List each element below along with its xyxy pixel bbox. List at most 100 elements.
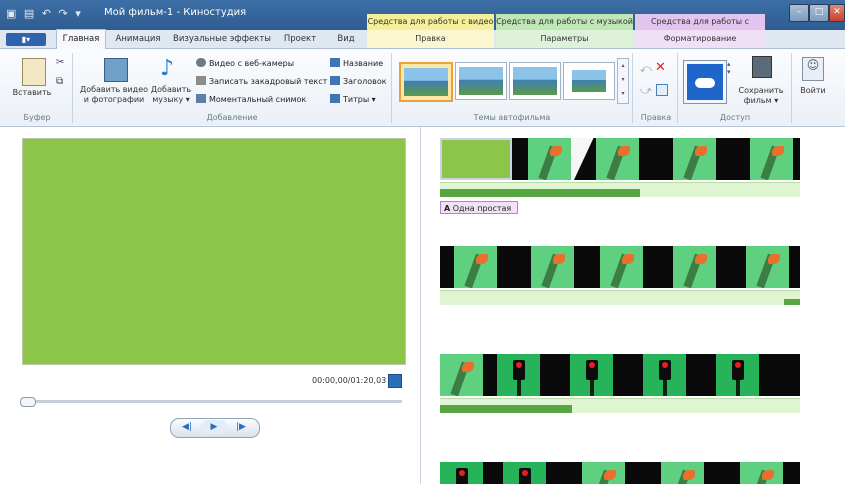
- clip-frame: [497, 354, 540, 396]
- tab-visual-effects[interactable]: Визуальные эффекты: [172, 30, 272, 48]
- clip-frame: [596, 138, 639, 180]
- film-photo-icon: [104, 58, 128, 82]
- remove-icon[interactable]: ✕: [655, 60, 666, 75]
- theme-thumbnail: [404, 68, 448, 96]
- snapshot-button[interactable]: Моментальный снимок: [196, 94, 306, 105]
- music-track[interactable]: [440, 290, 800, 305]
- tab-view[interactable]: Вид: [328, 30, 364, 48]
- group-title-clipboard: Буфер: [23, 113, 51, 122]
- webcam-icon: [196, 58, 206, 67]
- paste-button[interactable]: Вставить: [4, 88, 60, 98]
- group-separator: [391, 53, 392, 123]
- tab-animation[interactable]: Анимация: [110, 30, 166, 48]
- storyboard-clip-row[interactable]: [440, 246, 800, 288]
- clip-frame: [740, 462, 783, 484]
- webcam-video-button[interactable]: Видео с веб-камеры: [196, 58, 294, 69]
- clip-frame: [625, 462, 661, 484]
- film-save-icon: [752, 56, 772, 78]
- clip-frame: [582, 462, 625, 484]
- copy-icon[interactable]: ⧉: [56, 76, 63, 87]
- clip-frame: [643, 354, 686, 396]
- minimize-button[interactable]: –: [789, 4, 809, 22]
- themes-scroll[interactable]: ▴ ▾ ▾: [617, 58, 629, 104]
- automovie-theme-2[interactable]: [455, 62, 507, 100]
- automovie-theme-4[interactable]: [563, 62, 615, 100]
- transition-frame: [571, 138, 596, 180]
- clip-frame: [600, 246, 643, 288]
- title-icon: [330, 58, 340, 67]
- snapshot-icon: [196, 94, 206, 103]
- clip-frame: [789, 246, 800, 288]
- add-video-photos-button[interactable]: Добавить видео и фотографии: [76, 85, 152, 105]
- video-preview[interactable]: [22, 138, 406, 365]
- user-icon: ☺: [802, 57, 824, 81]
- add-music-button[interactable]: Добавить музыку ▾: [150, 85, 192, 105]
- automovie-theme-1[interactable]: [399, 62, 453, 102]
- clip-frame: [686, 354, 716, 396]
- clip-frame: [793, 138, 800, 180]
- onedrive-button[interactable]: [683, 60, 727, 104]
- ribbon-tab-row: ▮▾ Главная Анимация Визуальные эффекты П…: [0, 29, 845, 50]
- add-title-button[interactable]: Название: [330, 58, 383, 69]
- clip-frame: [746, 246, 789, 288]
- record-voiceover-button[interactable]: Записать закадровый текст ▾: [196, 76, 334, 87]
- automovie-theme-3[interactable]: [509, 62, 561, 100]
- caption-clip[interactable]: A Одна простая: [440, 201, 518, 214]
- next-frame-button[interactable]: |▶: [228, 420, 254, 434]
- sign-in-button[interactable]: Войти: [794, 86, 832, 96]
- group-title-themes: Темы автофильма: [473, 113, 551, 122]
- microphone-icon: [196, 76, 206, 85]
- storyboard-clip-row[interactable]: [440, 354, 800, 396]
- close-button[interactable]: ✕: [829, 4, 845, 22]
- music-track[interactable]: [440, 182, 800, 197]
- clip-frame: [483, 462, 503, 484]
- add-caption-button[interactable]: Заголовок: [330, 76, 387, 87]
- clip-frame: [528, 138, 571, 180]
- previous-frame-button[interactable]: ◀|: [174, 420, 200, 434]
- clip-frame: [673, 246, 716, 288]
- quick-access-toolbar[interactable]: ▣ ▤ ↶ ↷ ▾: [6, 7, 83, 20]
- play-button[interactable]: ▶: [201, 420, 227, 434]
- clip-frame: [440, 246, 454, 288]
- paste-icon: [22, 58, 46, 86]
- seek-bar[interactable]: [22, 400, 402, 403]
- clip-frame: [783, 462, 800, 484]
- rotate-left-icon[interactable]: ⤺: [640, 62, 652, 76]
- caption-icon: [330, 76, 340, 85]
- seek-thumb[interactable]: [20, 397, 36, 407]
- clip-frame: [673, 138, 716, 180]
- clip-frame: [512, 138, 528, 180]
- timecode: 00:00,00/01:20,03: [312, 376, 387, 385]
- group-title-share: Доступ: [719, 113, 751, 122]
- share-dropdown-arrow[interactable]: ▴ ▾: [727, 60, 731, 76]
- rotate-right-icon[interactable]: ⤻: [640, 84, 652, 98]
- context-group-video-tools: Средства для работы с видео: [367, 14, 494, 30]
- tab-options[interactable]: Параметры: [496, 30, 633, 48]
- clip-frame: [540, 354, 570, 396]
- storyboard-clip-row[interactable]: [440, 138, 800, 180]
- tab-edit[interactable]: Правка: [367, 30, 494, 48]
- clip-frame: [546, 462, 582, 484]
- waveform: [440, 189, 640, 197]
- cut-icon[interactable]: ✂: [56, 57, 64, 68]
- clip-frame: [716, 246, 746, 288]
- cloud-shape: [695, 78, 715, 88]
- tab-format[interactable]: Форматирование: [635, 30, 765, 48]
- music-track[interactable]: [440, 398, 800, 413]
- group-separator: [632, 53, 633, 123]
- tab-project[interactable]: Проект: [278, 30, 322, 48]
- group-separator: [72, 53, 73, 123]
- clip-frame: [750, 138, 793, 180]
- expand-preview-icon[interactable]: [388, 374, 402, 388]
- file-menu-button[interactable]: ▮▾: [6, 33, 46, 46]
- clip-frame: [643, 246, 673, 288]
- maximize-button[interactable]: □: [809, 4, 829, 22]
- clip-frame: [613, 354, 643, 396]
- tab-home[interactable]: Главная: [56, 29, 106, 50]
- storyboard-clip-row[interactable]: [440, 462, 800, 484]
- select-all-icon[interactable]: [656, 84, 668, 96]
- add-credits-button[interactable]: Титры ▾: [330, 94, 376, 105]
- group-separator: [791, 53, 792, 123]
- theme-thumbnail: [513, 67, 557, 95]
- save-movie-button[interactable]: Сохранить фильм ▾: [734, 86, 788, 106]
